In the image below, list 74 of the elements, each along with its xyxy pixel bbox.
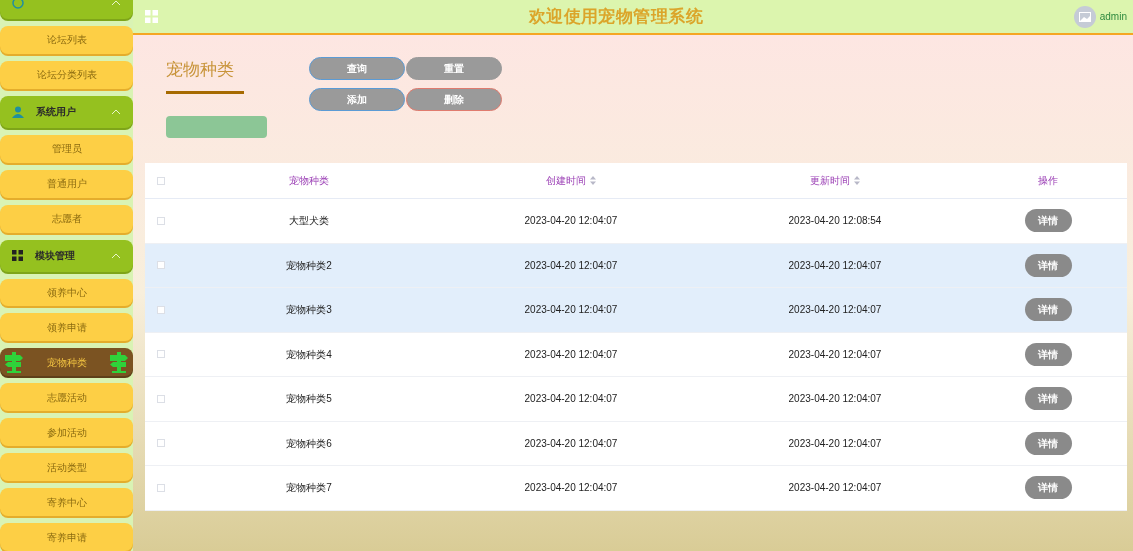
sidebar-item[interactable]: 管理员 <box>0 134 133 163</box>
table-cell-text: 2023-04-20 12:04:07 <box>788 392 882 407</box>
checkbox[interactable] <box>157 305 165 314</box>
sort-icon[interactable] <box>590 176 596 185</box>
signpost-icon <box>4 350 24 375</box>
sidebar-item[interactable]: 寄养申请 <box>0 523 133 551</box>
signpost-icon <box>109 350 129 375</box>
table-cell-text: 宠物种类6 <box>286 436 332 451</box>
table-cell-text: 2023-04-20 12:04:07 <box>788 303 882 318</box>
details-button[interactable]: 详情 <box>1024 342 1072 366</box>
sidebar-item[interactable]: 活动类型 <box>0 453 133 482</box>
details-button[interactable]: 详情 <box>1024 476 1072 500</box>
sort-icon[interactable] <box>854 176 860 185</box>
table-cell-text: 2023-04-20 12:04:07 <box>524 392 618 407</box>
menu-group[interactable]: 系统用户 <box>0 95 133 128</box>
menu-group[interactable]: 模块管理 <box>0 239 133 272</box>
sidebar-item[interactable]: 普通用户 <box>0 169 133 198</box>
sidebar-item[interactable]: 论坛列表 <box>0 25 133 54</box>
page-title: 宠物种类 <box>166 59 235 81</box>
sidebar-item[interactable]: 论坛分类列表 <box>0 60 133 89</box>
column-header: 操作 <box>1038 174 1058 188</box>
sidebar-item[interactable]: 志愿活动 <box>0 383 133 412</box>
sidebar-item[interactable]: 寄养中心 <box>0 488 133 517</box>
checkbox[interactable] <box>157 216 165 225</box>
action-button[interactable]: 重置 <box>406 57 502 80</box>
table-row[interactable]: 宠物种类2 2023-04-20 12:04:07 2023-04-20 12:04:07 详情 <box>145 243 1127 288</box>
checkbox[interactable] <box>157 176 165 185</box>
search-field[interactable] <box>166 115 267 138</box>
action-button[interactable]: 删除 <box>406 88 502 111</box>
action-button[interactable]: 添加 <box>309 88 405 111</box>
checkbox[interactable] <box>157 350 165 359</box>
action-button[interactable]: 查询 <box>309 57 405 80</box>
table-cell-text: 2023-04-20 12:04:07 <box>524 481 618 496</box>
table-cell-text: 2023-04-20 12:04:07 <box>788 436 882 451</box>
avatar-icon[interactable] <box>1073 5 1096 28</box>
details-button[interactable]: 详情 <box>1024 253 1072 277</box>
checkbox[interactable] <box>157 261 165 270</box>
sidebar-item[interactable]: 参加活动 <box>0 418 133 447</box>
table-cell-text: 宠物种类2 <box>286 258 332 273</box>
sidebar-item[interactable]: 宠物种类 <box>0 348 133 377</box>
sidebar-item[interactable]: 志愿者 <box>0 204 133 233</box>
checkbox[interactable] <box>157 394 165 403</box>
details-button[interactable]: 详情 <box>1024 387 1072 411</box>
table-cell-text: 2023-04-20 12:04:07 <box>524 258 618 273</box>
details-button[interactable]: 详情 <box>1024 298 1072 322</box>
details-button[interactable]: 详情 <box>1024 431 1072 455</box>
table-cell-text: 2023-04-20 12:08:54 <box>788 214 882 229</box>
table-cell-text: 2023-04-20 12:04:07 <box>788 481 882 496</box>
sidebar-item[interactable]: 领养中心 <box>0 278 133 307</box>
grid-icon <box>12 250 23 262</box>
table-cell-text: 2023-04-20 12:04:07 <box>788 347 882 362</box>
chat-icon <box>12 0 24 9</box>
table-row[interactable]: 宠物种类3 2023-04-20 12:04:07 2023-04-20 12:04:07 详情 <box>145 288 1127 333</box>
table-cell-text: 2023-04-20 12:04:07 <box>524 214 618 229</box>
table-cell-text: 2023-04-20 12:04:07 <box>524 436 618 451</box>
table-cell-text: 2023-04-20 12:04:07 <box>524 303 618 318</box>
table-cell-text: 2023-04-20 12:04:07 <box>524 347 618 362</box>
checkbox[interactable] <box>157 483 165 492</box>
column-header[interactable]: 更新时间 <box>810 173 860 188</box>
table-cell-text: 大型犬类 <box>289 214 329 229</box>
sidebar-item[interactable]: 领养申请 <box>0 313 133 342</box>
details-button[interactable]: 详情 <box>1024 209 1072 233</box>
table-cell-text: 2023-04-20 12:04:07 <box>788 258 882 273</box>
user-name[interactable]: admin <box>1099 9 1127 24</box>
menu-icon[interactable] <box>145 10 158 23</box>
app-title: 欢迎使用宠物管理系统 <box>528 5 703 28</box>
table-cell-text: 宠物种类4 <box>286 347 332 362</box>
table-cell-text: 宠物种类3 <box>286 303 332 318</box>
checkbox[interactable] <box>157 439 165 448</box>
user-icon <box>12 105 24 118</box>
column-header: 宠物种类 <box>289 174 329 188</box>
table-cell-text: 宠物种类7 <box>286 481 332 496</box>
column-header[interactable]: 创建时间 <box>546 173 596 188</box>
table-cell-text: 宠物种类5 <box>286 392 332 407</box>
